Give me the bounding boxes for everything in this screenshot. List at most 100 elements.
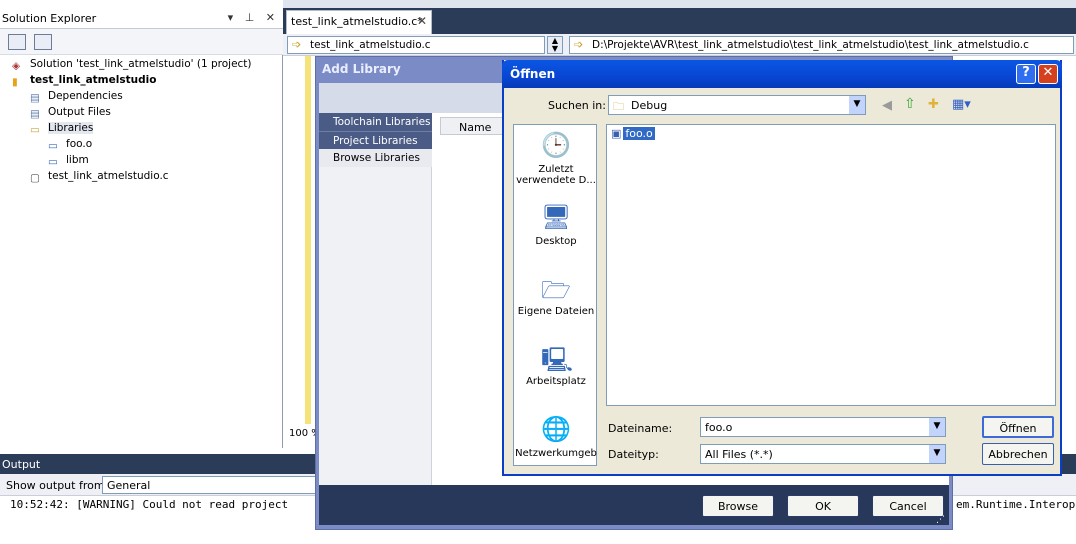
help-button[interactable]: ?	[1016, 64, 1036, 84]
my-computer-icon: 🖳	[541, 346, 574, 374]
file-list[interactable]: ▣ foo.o	[606, 124, 1056, 406]
recent-documents-icon: 🕒	[541, 131, 571, 159]
new-folder-icon[interactable]: ✚	[928, 97, 939, 112]
filetype-label: Dateityp:	[608, 448, 659, 461]
place-label: Eigene Dateien	[517, 306, 595, 317]
open-dialog-title: Öffnen	[510, 67, 556, 81]
folder-icon: ▤	[30, 92, 40, 104]
c-file-icon: ▢	[30, 172, 40, 184]
tree-item-label: libm	[66, 154, 89, 166]
solution-icon: ◈	[12, 60, 21, 72]
sidebar-item-browse-libraries[interactable]: Browse Libraries	[319, 149, 432, 167]
file-item[interactable]: ▣ foo.o	[611, 127, 655, 140]
output-source-select[interactable]: General	[102, 476, 322, 494]
add-library-title: Add Library	[322, 62, 401, 76]
solution-explorer: Solution Explorer ▾ ⊥ ✕ ◈ Solution 'test_…	[0, 8, 283, 448]
filename-value: foo.o	[705, 421, 733, 434]
tree-item-label: foo.o	[66, 138, 93, 150]
add-library-sidebar	[319, 113, 432, 485]
places-bar: 🕒 Zuletzt verwendete D... 🖥 Desktop 🗁 Eigene …	[513, 124, 597, 466]
tree-item-label: Libraries	[48, 122, 94, 134]
place-item[interactable]: 🖳 Arbeitsplatz	[514, 343, 598, 387]
place-item[interactable]: 🕒 Zuletzt verwendete D...	[514, 131, 598, 186]
folder-open-icon: ▭	[30, 124, 40, 136]
path-combo[interactable]: ➩ D:\Projekte\AVR\test_link_atmelstudio\…	[569, 36, 1074, 54]
chevron-down-icon[interactable]: ▼	[929, 418, 945, 436]
tab-test-link-atmelstudio[interactable]: test_link_atmelstudio.c* ✕	[286, 10, 432, 34]
tree-item[interactable]: ▮ test_link_atmelstudio	[12, 74, 156, 88]
close-icon[interactable]: ✕	[417, 14, 427, 28]
place-label: Arbeitsplatz	[526, 376, 586, 387]
tree-item[interactable]: ▤ Dependencies	[30, 90, 123, 104]
ok-button[interactable]: OK	[787, 495, 859, 517]
look-in-select[interactable]: 🗀 Debug ▼	[608, 95, 866, 115]
desktop-icon: 🖥	[541, 203, 572, 231]
tree-item[interactable]: ◈ Solution 'test_link_atmelstudio' (1 pro…	[12, 58, 252, 72]
place-label: Netzwerkumgeb	[515, 448, 597, 459]
my-documents-icon: 🗁	[541, 276, 571, 304]
change-gutter	[305, 56, 311, 424]
place-item[interactable]: 🗁 Eigene Dateien	[514, 273, 598, 317]
look-in-label: Suchen in:	[548, 99, 606, 112]
spin-arrows-icon[interactable]: ▲ ▼	[547, 36, 563, 54]
tree-item[interactable]: ▭ libm	[48, 154, 89, 168]
file-name: foo.o	[623, 127, 655, 140]
filename-label: Dateiname:	[608, 422, 673, 435]
cancel-button[interactable]: Cancel	[872, 495, 944, 517]
solution-explorer-toolbar	[0, 29, 283, 55]
sidebar-item-toolchain-libraries[interactable]: Toolchain Libraries	[319, 113, 432, 131]
tree-item[interactable]: ▭ Libraries	[30, 122, 94, 136]
tree-item[interactable]: ▤ Output Files	[30, 106, 111, 120]
output-source-value: General	[107, 479, 151, 492]
view-menu-icon[interactable]: ▦▾	[952, 97, 971, 112]
reference-icon: ▭	[48, 140, 58, 152]
open-button[interactable]: Öffnen	[982, 416, 1054, 438]
place-item[interactable]: 🖥 Desktop	[514, 203, 598, 247]
tree-item-label: Output Files	[48, 106, 111, 118]
solution-explorer-title: Solution Explorer	[2, 12, 97, 25]
back-icon[interactable]: ◀	[882, 98, 892, 113]
solution-explorer-header: Solution Explorer ▾ ⊥ ✕	[0, 8, 283, 29]
top-strip	[283, 0, 1076, 8]
open-file-dialog: Öffnen ? ✕ Suchen in: 🗀 Debug ▼ ◀ ⇧ ✚ ▦▾…	[502, 60, 1062, 476]
resize-grip-icon[interactable]: ⋰	[936, 515, 945, 525]
show-output-label: Show output from:	[6, 479, 109, 492]
filetype-select[interactable]: All Files (*.*) ▼	[700, 444, 946, 464]
open-dialog-titlebar: Öffnen ? ✕	[502, 60, 1062, 88]
project-icon: ▮	[12, 76, 18, 88]
chevron-down-icon[interactable]: ▼	[929, 445, 945, 463]
tree-item-label: test_link_atmelstudio.c	[48, 170, 169, 182]
show-all-files-icon[interactable]	[34, 34, 52, 50]
sidebar-item-project-libraries[interactable]: Project Libraries	[319, 131, 432, 149]
object-file-icon: ▣	[611, 127, 622, 140]
arrow-right-icon: ➩	[574, 38, 584, 51]
file-combo-value: test_link_atmelstudio.c	[310, 39, 431, 51]
pane-controls[interactable]: ▾ ⊥ ✕	[228, 11, 279, 24]
place-item[interactable]: 🌐 Netzwerkumgeb	[514, 415, 598, 459]
abbrechen-button[interactable]: Abbrechen	[982, 443, 1054, 465]
tree-item-label: Solution 'test_link_atmelstudio' (1 proj…	[30, 58, 252, 70]
navigation-bar: ➩ test_link_atmelstudio.c ▲ ▼ ➩ D:\Projek…	[283, 34, 1076, 56]
filetype-value: All Files (*.*)	[705, 448, 773, 461]
reference-icon: ▭	[48, 156, 58, 168]
up-folder-icon[interactable]: ⇧	[904, 96, 916, 112]
output-line-tail: em.Runtime.Interop	[956, 498, 1076, 511]
close-button[interactable]: ✕	[1038, 64, 1058, 84]
tree-item[interactable]: ▭ foo.o	[48, 138, 92, 152]
network-icon: 🌐	[541, 415, 571, 443]
folder-icon: 🗀	[613, 100, 624, 113]
filename-input[interactable]: foo.o ▼	[700, 417, 946, 437]
file-combo[interactable]: ➩ test_link_atmelstudio.c	[287, 36, 545, 54]
tree-item[interactable]: ▢ test_link_atmelstudio.c	[30, 170, 169, 184]
browse-button[interactable]: Browse	[702, 495, 774, 517]
place-label: Desktop	[535, 236, 577, 247]
arrow-right-icon: ➩	[292, 38, 302, 51]
properties-icon[interactable]	[8, 34, 26, 50]
chevron-down-icon[interactable]: ▼	[849, 96, 865, 114]
output-line: 10:52:42: [WARNING] Could not read proje…	[10, 498, 289, 511]
output-title: Output	[2, 458, 41, 471]
look-in-value: Debug	[631, 99, 668, 112]
folder-icon: ▤	[30, 108, 40, 120]
tree-item-label: Dependencies	[48, 90, 123, 102]
name-column-header[interactable]: Name	[440, 117, 510, 135]
